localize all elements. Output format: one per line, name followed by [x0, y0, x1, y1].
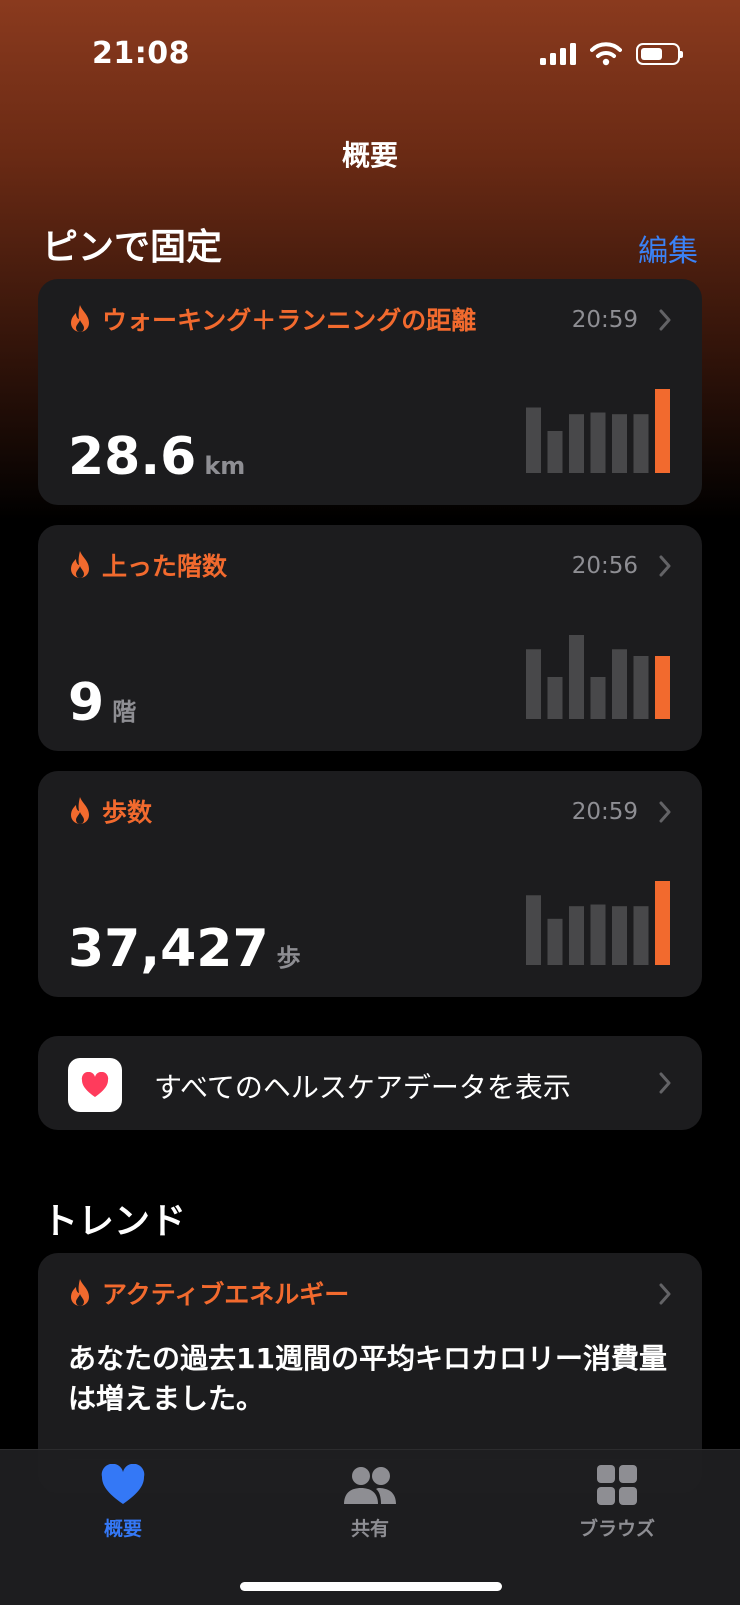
pinned-card-distance[interactable]: ウォーキング＋ランニングの距離 20:59 28.6 km	[38, 279, 702, 505]
pinned-card-floors[interactable]: 上った階数 20:56 9 階	[38, 525, 702, 751]
chevron-right-icon	[659, 1283, 671, 1305]
chart-bar	[569, 635, 584, 719]
chart-bar	[590, 412, 606, 473]
chart-bar	[612, 414, 627, 473]
card-unit: 階	[112, 698, 137, 726]
tab-browse[interactable]: ブラウズ	[537, 1464, 697, 1541]
cellular-signal-icon	[540, 43, 576, 65]
card-time: 20:56	[571, 553, 638, 579]
card-value: 37,427	[68, 919, 269, 979]
tab-sharing[interactable]: 共有	[290, 1464, 450, 1541]
chart-bar	[612, 906, 627, 965]
chevron-right-icon	[659, 1072, 671, 1094]
chart-bar	[569, 414, 584, 473]
card-title: ウォーキング＋ランニングの距離	[102, 306, 477, 335]
chart-bar	[655, 656, 670, 719]
chart-bar	[633, 656, 649, 719]
card-unit: 歩	[276, 944, 301, 972]
chart-bar	[526, 895, 541, 965]
mini-bar-chart	[526, 635, 670, 719]
chart-bar	[633, 414, 649, 473]
chart-bar	[655, 389, 670, 473]
chart-bar	[633, 906, 649, 965]
mini-bar-chart	[526, 881, 670, 965]
tab-label: 共有	[350, 1518, 389, 1540]
status-icons	[540, 42, 683, 66]
show-all-health-data-label: すべてのヘルスケアデータを表示	[154, 1071, 571, 1104]
card-title: アクティブエネルギー	[102, 1280, 350, 1309]
trends-section-title: トレンド	[42, 1201, 187, 1242]
chart-bar	[547, 918, 563, 965]
card-time: 20:59	[571, 799, 638, 825]
grid-icon	[597, 1465, 637, 1505]
nav-title: 概要	[341, 139, 398, 172]
flame-icon	[71, 797, 89, 824]
heart-icon	[101, 1463, 145, 1504]
health-app-icon	[68, 1058, 122, 1112]
chevron-right-icon	[659, 801, 671, 823]
card-value: 28.6	[68, 427, 197, 487]
trend-description: あなたの過去11週間の平均キロカロリー消費量は増えました。	[68, 1342, 667, 1415]
pinned-section-title: ピンで固定	[42, 227, 223, 268]
chevron-right-icon	[659, 555, 671, 577]
mini-bar-chart	[526, 389, 670, 473]
flame-icon	[71, 1279, 89, 1306]
show-all-health-data-row[interactable]: すべてのヘルスケアデータを表示	[38, 1036, 702, 1130]
chart-bar	[590, 904, 606, 965]
home-indicator	[240, 1582, 502, 1591]
edit-button[interactable]: 編集	[638, 226, 698, 270]
card-time: 20:59	[571, 307, 638, 333]
chart-bar	[590, 677, 606, 719]
card-title: 上った階数	[102, 552, 228, 581]
tab-label: ブラウズ	[578, 1518, 655, 1540]
chevron-right-icon	[659, 309, 671, 331]
chart-bar	[547, 431, 563, 473]
people-icon	[344, 1467, 396, 1504]
chart-bar	[526, 649, 541, 719]
chart-bar	[547, 677, 563, 719]
chart-bar	[655, 881, 670, 965]
chart-bar	[569, 906, 584, 965]
card-unit: km	[204, 452, 246, 480]
chart-bar	[526, 407, 541, 473]
status-time: 21:08	[92, 36, 190, 71]
battery-icon	[636, 43, 683, 65]
chart-bar	[612, 649, 627, 719]
tab-label: 概要	[103, 1518, 142, 1540]
card-title: 歩数	[102, 798, 153, 827]
flame-icon	[71, 551, 89, 578]
pinned-card-steps[interactable]: 歩数 20:59 37,427 歩	[38, 771, 702, 997]
flame-icon	[71, 305, 89, 332]
tab-summary[interactable]: 概要	[43, 1463, 203, 1541]
wifi-icon	[590, 42, 622, 66]
card-value: 9	[68, 673, 105, 733]
